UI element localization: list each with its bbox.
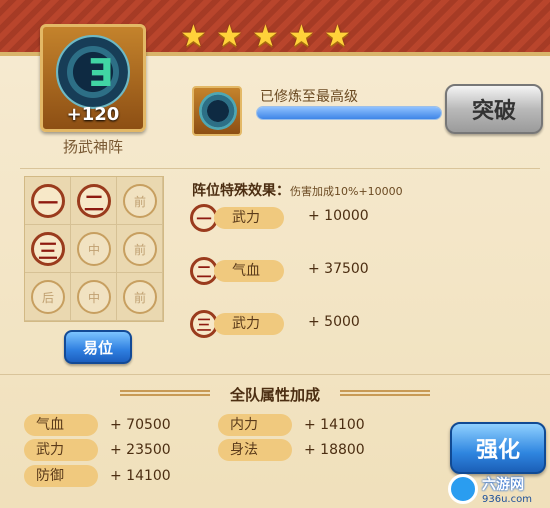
formation-disc-icon bbox=[199, 92, 237, 130]
formation-cell[interactable]: 前 bbox=[117, 225, 163, 273]
star-icon: ★ bbox=[252, 19, 279, 54]
formation-cell[interactable]: 前 bbox=[117, 177, 163, 225]
watermark-text-group: 六游网 936u.com bbox=[482, 474, 532, 505]
special-effect-row: 二 气血 + 37500 bbox=[190, 257, 450, 285]
star-icon: ★ bbox=[324, 19, 351, 54]
formation-cell[interactable]: 三 bbox=[25, 225, 71, 273]
formation-cell[interactable]: 中 bbox=[71, 225, 117, 273]
cultivation-progress-bar bbox=[256, 106, 442, 120]
formation-mini-icon bbox=[192, 86, 242, 136]
stat-value: + 14100 bbox=[304, 417, 365, 433]
formation-disc-icon: ꓱ bbox=[56, 35, 130, 109]
empty-slot: 前 bbox=[123, 184, 157, 218]
section-divider bbox=[20, 168, 540, 169]
occupied-slot: 一 bbox=[31, 184, 65, 218]
special-effect-row: 一 武力 + 10000 bbox=[190, 204, 450, 232]
swap-position-button[interactable]: 易位 bbox=[64, 330, 132, 364]
team-bonus-title: 全队属性加成 bbox=[229, 386, 320, 404]
occupied-slot: 三 bbox=[31, 232, 65, 266]
empty-slot: 中 bbox=[77, 232, 111, 266]
special-effect-heading: 阵位特殊效果： bbox=[192, 183, 290, 199]
special-effect-title: 阵位特殊效果：伤害加成10%+10000 bbox=[192, 180, 403, 200]
formation-cell[interactable]: 一 bbox=[25, 177, 71, 225]
special-effect-bonus: 伤害加成10%+10000 bbox=[290, 185, 403, 198]
site-logo-icon bbox=[448, 474, 478, 504]
stat-label: 身法 bbox=[218, 439, 292, 461]
strengthen-button[interactable]: 强化 bbox=[450, 422, 546, 474]
stat-value: + 70500 bbox=[110, 417, 171, 433]
empty-slot: 中 bbox=[77, 280, 111, 314]
formation-glyph-icon: ꓱ bbox=[88, 51, 114, 95]
stat-label: 武力 bbox=[214, 313, 284, 335]
section-divider bbox=[0, 374, 550, 375]
stat-label: 武力 bbox=[214, 207, 284, 229]
formation-card[interactable]: ꓱ +120 bbox=[40, 24, 146, 132]
formation-cell[interactable]: 后 bbox=[25, 273, 71, 321]
star-icon: ★ bbox=[288, 19, 315, 54]
stat-value: + 18800 bbox=[304, 442, 365, 458]
max-level-status: 已修炼至最高级 bbox=[260, 89, 358, 105]
progress-fill bbox=[257, 107, 441, 119]
stat-value: + 10000 bbox=[308, 208, 369, 224]
empty-slot: 前 bbox=[123, 232, 157, 266]
watermark-text: 六游网 bbox=[482, 476, 524, 493]
occupied-slot: 二 bbox=[77, 184, 111, 218]
stat-value: + 14100 bbox=[110, 468, 171, 484]
site-watermark: 六游网 936u.com bbox=[448, 470, 550, 508]
formation-cell[interactable]: 二 bbox=[71, 177, 117, 225]
breakthrough-button[interactable]: 突破 bbox=[445, 84, 543, 134]
stat-label: 防御 bbox=[24, 465, 98, 487]
stat-label: 气血 bbox=[214, 260, 284, 282]
formation-grid: 一二前三中前后中前 bbox=[24, 176, 164, 322]
watermark-url: 936u.com bbox=[482, 493, 532, 505]
stat-value: + 5000 bbox=[308, 314, 360, 330]
formation-cell[interactable]: 前 bbox=[117, 273, 163, 321]
empty-slot: 前 bbox=[123, 280, 157, 314]
stat-label: 内力 bbox=[218, 414, 292, 436]
empty-slot: 后 bbox=[31, 280, 65, 314]
stat-value: + 37500 bbox=[308, 261, 369, 277]
star-rating: ★ ★ ★ ★ ★ bbox=[180, 22, 354, 52]
star-icon: ★ bbox=[216, 19, 243, 54]
stat-value: + 23500 bbox=[110, 442, 171, 458]
stat-label: 武力 bbox=[24, 439, 98, 461]
stat-label: 气血 bbox=[24, 414, 98, 436]
formation-cell[interactable]: 中 bbox=[71, 273, 117, 321]
star-icon: ★ bbox=[180, 19, 207, 54]
special-effect-row: 三 武力 + 5000 bbox=[190, 310, 450, 338]
formation-count: +120 bbox=[66, 104, 120, 125]
formation-name: 扬武神阵 bbox=[62, 138, 123, 156]
